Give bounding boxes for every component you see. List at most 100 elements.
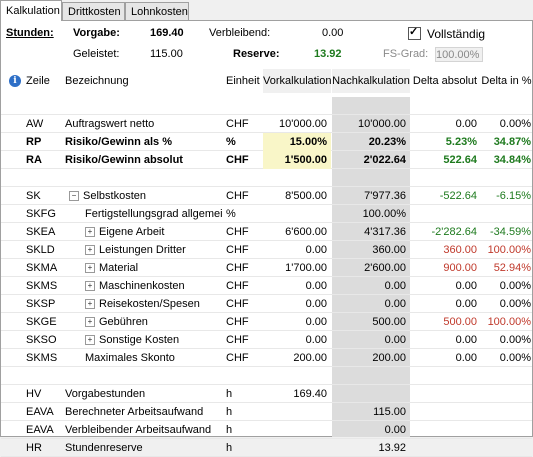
row-vorkalkulation: 0.00	[305, 298, 327, 310]
row-description: Berechneter Arbeitsaufwand	[65, 406, 204, 418]
table-row[interactable]: SKSP + Reisekosten/Spesen CHF 0.00 0.00 0.00 0.…	[1, 295, 532, 313]
row-nachkalkulation: 200.00	[372, 352, 406, 364]
row-nachkalkulation: 7'977.36	[364, 190, 406, 202]
table-row[interactable]: SKMS Maximales Skonto CHF 200.00 200.00 0.00 0…	[1, 349, 532, 367]
expand-icon[interactable]: +	[85, 317, 95, 327]
table-row-spacer[interactable]	[1, 367, 532, 385]
row-delta-absolut: 0.00	[455, 118, 477, 130]
row-description: Risiko/Gewinn als %	[65, 136, 172, 148]
table-row[interactable]: HV Vorgabestunden h 169.40	[1, 385, 532, 403]
row-description: Material	[99, 262, 139, 274]
kalkulation-window: Kalkulation Drittkosten Lohnkosten Stund…	[0, 0, 533, 457]
table-row[interactable]: EAVA Berechneter Arbeitsaufwand h 115.00	[1, 403, 532, 421]
row-vorkalkulation: 1'700.00	[285, 262, 327, 274]
table-row[interactable]: EAVA Verbleibender Arbeitsaufwand h 0.00	[1, 421, 532, 439]
expand-icon[interactable]: +	[85, 227, 95, 237]
expand-icon[interactable]: +	[85, 335, 95, 345]
expand-icon[interactable]: +	[85, 263, 95, 273]
expand-icon[interactable]: +	[85, 245, 95, 255]
tab-lohnkosten[interactable]: Lohnkosten	[125, 2, 189, 20]
table-row-spacer[interactable]	[1, 169, 532, 187]
table-row[interactable]: SKGE + Gebühren CHF 0.00 500.00 500.00 100.00%	[1, 313, 532, 331]
row-nachkalkulation: 13.92	[378, 442, 406, 454]
row-code: RA	[26, 154, 42, 166]
row-unit: h	[226, 388, 233, 400]
table-row[interactable]: RP Risiko/Gewinn als %% 15.00% 20.23% 5.23% 3…	[1, 133, 532, 151]
row-nachkalkulation: 100.00%	[362, 208, 406, 220]
row-unit: h	[226, 424, 233, 436]
expand-icon[interactable]: +	[85, 299, 95, 309]
table-row-spacer[interactable]	[1, 97, 532, 115]
row-unit: %	[226, 136, 236, 148]
row-code: RP	[26, 136, 42, 148]
row-delta-prozent: 100.00%	[487, 316, 531, 328]
col-einheit[interactable]: Einheit	[226, 69, 262, 93]
expand-icon[interactable]: +	[85, 281, 95, 291]
row-vorkalkulation	[263, 367, 331, 385]
row-nachkalkulation: 4'317.36	[364, 226, 406, 238]
col-bezeichnung[interactable]: Bezeichnung	[65, 69, 223, 93]
table-row[interactable]: RA Risiko/Gewinn absolut CHF 1'500.00 2'022.…	[1, 151, 532, 169]
row-code: EAVA	[26, 406, 54, 418]
row-delta-prozent: 0.00%	[499, 298, 531, 310]
row-delta-prozent	[480, 367, 533, 385]
tab-drittkosten[interactable]: Drittkosten	[62, 2, 125, 20]
table-row[interactable]: SKFG Fertigstellungsgrad allgemein% 100.00…	[1, 205, 532, 223]
row-delta-prozent	[480, 385, 533, 403]
info-icon[interactable]: i	[9, 75, 21, 87]
row-vorkalkulation: 200.00	[293, 352, 327, 364]
kalkulation-panel: Stunden: Vorgabe: 169.40 Verbleibend: 0.…	[0, 20, 533, 457]
col-zeile[interactable]: Zeile	[26, 69, 64, 93]
reserve-label: Reserve:	[233, 48, 280, 60]
table-row[interactable]: HR Stundenreserve h 13.92	[1, 439, 532, 457]
vollstaendig-checkbox[interactable]	[408, 25, 421, 40]
col-delta-prozent[interactable]: Delta in %	[480, 69, 533, 93]
row-description: Fertigstellungsgrad allgemein	[85, 208, 223, 220]
row-delta-absolut	[411, 421, 479, 439]
row-code: SKMA	[26, 262, 58, 274]
row-description	[65, 97, 223, 115]
row-delta-absolut	[411, 385, 479, 403]
row-code: SKLD	[26, 244, 55, 256]
tab-bar: Kalkulation Drittkosten Lohnkosten	[0, 0, 533, 21]
row-unit: CHF	[226, 280, 249, 292]
row-vorkalkulation: 0.00	[305, 316, 327, 328]
row-unit: h	[226, 406, 233, 418]
collapse-icon[interactable]: −	[69, 191, 79, 201]
table-row[interactable]: SK − Selbstkosten CHF 8'500.00 7'977.36 -522.6…	[1, 187, 532, 205]
row-unit: CHF	[226, 190, 249, 202]
col-vorkalkulation[interactable]: Vorkalkulation	[263, 69, 331, 93]
fsgrad-label: FS-Grad:	[383, 48, 429, 60]
col-nachkalkulation[interactable]: Nachkalkulation	[332, 69, 410, 93]
row-delta-prozent: 34.84%	[493, 154, 531, 166]
row-unit: CHF	[226, 262, 249, 274]
table-row[interactable]: AW Auftragswert netto CHF 10'000.00 10'000.0…	[1, 115, 532, 133]
geleistet-label: Geleistet:	[73, 48, 120, 60]
row-delta-prozent: 52.94%	[493, 262, 531, 274]
table-row[interactable]: SKMA + Material CHF 1'700.00 2'600.00 900.00 52…	[1, 259, 532, 277]
col-delta-absolut[interactable]: Delta absolut	[411, 69, 479, 93]
row-description: Risiko/Gewinn absolut	[65, 154, 183, 166]
row-unit: CHF	[226, 352, 249, 364]
row-unit: h	[226, 442, 233, 454]
row-delta-prozent: 0.00%	[499, 334, 531, 346]
row-code	[26, 367, 64, 385]
row-delta-prozent	[480, 403, 533, 421]
geleistet-value: 115.00	[150, 48, 183, 60]
table-row[interactable]: SKLD + Leistungen Dritter CHF 0.00 360.00 360.…	[1, 241, 532, 259]
row-delta-absolut	[411, 169, 479, 187]
table-row[interactable]: SKEA + Eigene Arbeit CHF 6'600.00 4'317.36 -2'…	[1, 223, 532, 241]
row-delta-absolut	[411, 205, 479, 223]
row-vorkalkulation	[263, 439, 331, 457]
row-delta-prozent: 0.00%	[499, 352, 531, 364]
vollstaendig-label: Vollständig	[427, 27, 486, 41]
row-code: SKGE	[26, 316, 57, 328]
row-vorkalkulation: 0.00	[305, 334, 327, 346]
row-nachkalkulation: 10'000.00	[358, 118, 406, 130]
table-row[interactable]: SKSO + Sonstige Kosten CHF 0.00 0.00 0.00 0.00%	[1, 331, 532, 349]
row-delta-absolut	[411, 97, 479, 115]
row-nachkalkulation	[332, 367, 410, 385]
row-delta-prozent: 0.00%	[499, 280, 531, 292]
table-row[interactable]: SKMS + Maschinenkosten CHF 0.00 0.00 0.00 0.00%	[1, 277, 532, 295]
tab-kalkulation[interactable]: Kalkulation	[0, 0, 62, 21]
